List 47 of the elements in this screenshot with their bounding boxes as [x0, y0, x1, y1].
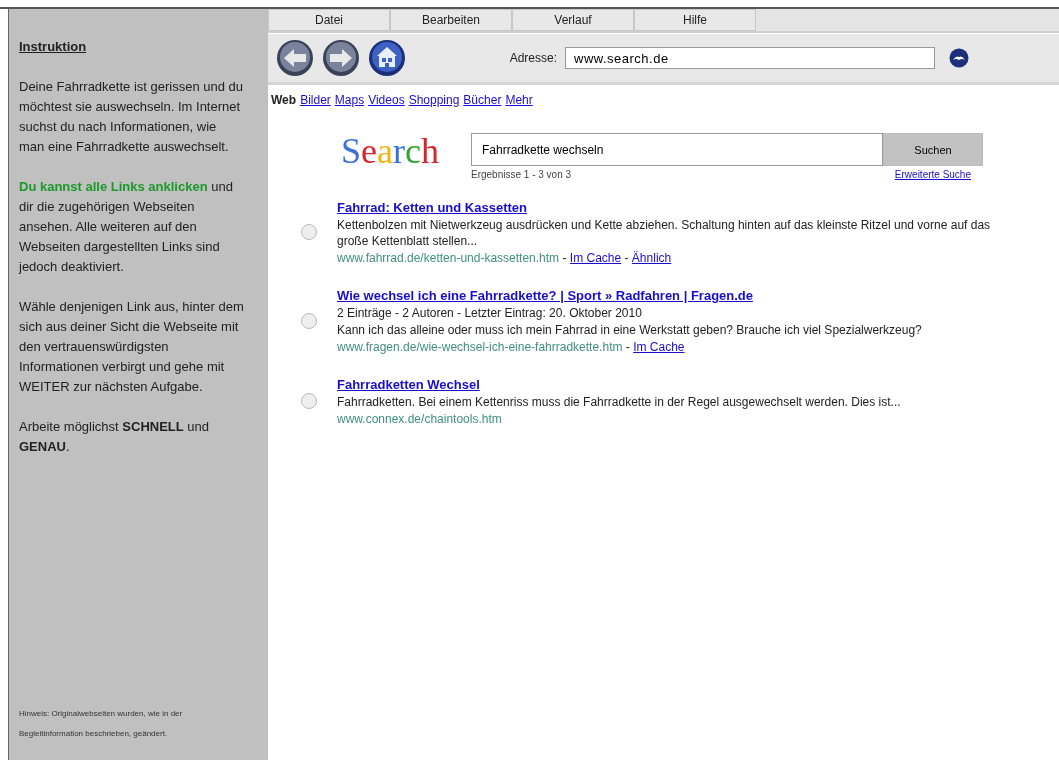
- result-link[interactable]: Im Cache: [569, 251, 622, 265]
- result-snippet: Kettenbolzen mit Nietwerkzeug ausdrücken und Kette abziehen. Schaltung hinten auf das kleinste Ritzel und vorne auf das große Kettenblatt stellen...: [337, 217, 992, 249]
- nav-tab[interactable]: Mehr: [505, 93, 533, 107]
- nav-tab[interactable]: Maps: [334, 93, 365, 107]
- nav-tab[interactable]: Bücher: [463, 93, 502, 107]
- separator: -: [625, 340, 630, 354]
- address-label: Adresse:: [509, 51, 557, 65]
- menu-item[interactable]: Datei: [268, 9, 390, 31]
- result-url: www.connex.de/chaintools.htm: [337, 412, 502, 426]
- nav-tab[interactable]: Bilder: [300, 93, 331, 107]
- separator: -: [624, 251, 629, 265]
- instruction-paragraph: Du kannst alle Links anklicken und dir die zugehörigen Webseiten ansehen. Alle weiteren auf den Webseiten dargestellten Links sind jedoch deaktiviert.: [19, 178, 234, 276]
- home-button[interactable]: [368, 39, 406, 77]
- address-field[interactable]: www.search.de: [565, 47, 935, 69]
- menu-item[interactable]: Bearbeiten: [390, 9, 512, 31]
- result-snippet: Kann ich das alleine oder muss ich mein Fahrrad in eine Werkstatt geben? Brauche ich viel Spezialwerkzeug?: [337, 322, 923, 338]
- instruction-paragraph: Deine Fahrradkette ist gerissen und du möchtest sie auswechseln. Im Internet suchst du nach Informationen, wie man eine Fahrradkette auswechselt.: [19, 78, 244, 156]
- menu-item[interactable]: Hilfe: [634, 9, 756, 31]
- result-radio[interactable]: [301, 393, 317, 409]
- note-text: Hinweis: Originalwebseiten wurden, wie in der Begleitinformation beschrieben, geändert.: [19, 708, 184, 740]
- menu-item[interactable]: Verlauf: [512, 9, 634, 31]
- search-button[interactable]: Suchen: [883, 133, 983, 166]
- result-link[interactable]: Ähnlich: [631, 251, 672, 265]
- forward-button[interactable]: [322, 39, 360, 77]
- result-snippet: 2 Einträge - 2 Autoren - Letzter Eintrag: 20. Oktober 2010: [337, 305, 643, 321]
- result-url: www.fahrrad.de/ketten-und-kassetten.htm: [337, 251, 560, 265]
- search-logo: Search: [341, 133, 440, 173]
- result-link[interactable]: Im Cache: [633, 340, 685, 354]
- result-title-link[interactable]: Fahrradketten Wechsel: [337, 377, 480, 392]
- search-field[interactable]: Fahrradkette wechseln: [471, 133, 883, 166]
- separator: -: [562, 251, 567, 265]
- nav-tab[interactable]: Web: [271, 93, 297, 107]
- back-button[interactable]: [276, 39, 314, 77]
- result-title-link[interactable]: Wie wechsel ich eine Fahrradkette? | Sport » Radfahren | Fragen.de: [337, 288, 754, 303]
- nav-tab[interactable]: Videos: [368, 93, 405, 107]
- result-snippet: Fahrradketten. Bei einem Kettenriss muss die Fahrradkette in der Regel ausgewechselt werden. Dies ist...: [337, 394, 902, 410]
- instruction-paragraph: Arbeite möglichst SCHNELL und GENAU.: [19, 418, 211, 456]
- instruction-paragraph: Wähle denjenigen Link aus, hinter dem sich aus deiner Sicht die Webseite mit den vertrauenswürdigsten Informationen verbirgt und gehe mit WEITER zur nächsten Aufgabe.: [19, 298, 244, 396]
- result-url: www.fragen.de/wie-wechsel-ich-eine-fahrradkette.htm: [337, 340, 623, 354]
- instruction-title: Instruktion: [19, 38, 88, 56]
- result-count: Ergebnisse 1 - 3 von 3: [471, 169, 573, 180]
- result-radio[interactable]: [301, 312, 317, 329]
- result-radio[interactable]: [301, 224, 317, 240]
- nav-tab[interactable]: Shopping: [408, 93, 460, 107]
- book-icon[interactable]: [949, 48, 969, 68]
- result-title-link[interactable]: Fahrrad: Ketten und Kassetten: [337, 200, 527, 215]
- advanced-search-link[interactable]: Erweiterte Suche: [883, 169, 983, 180]
